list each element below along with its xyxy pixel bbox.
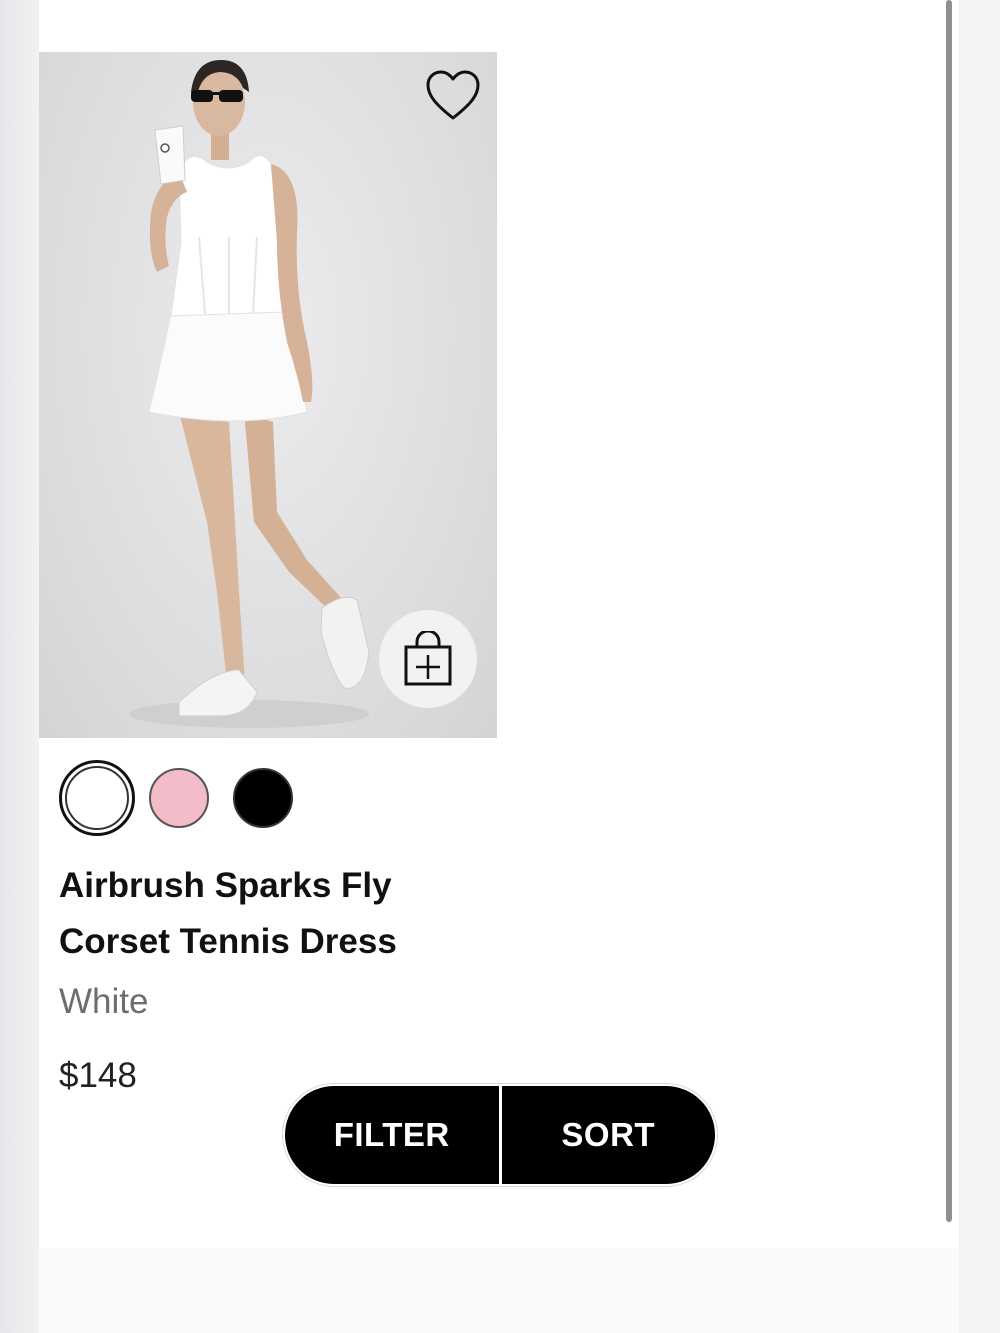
swatch-white-selected[interactable]: [59, 760, 135, 836]
product-name[interactable]: Airbrush Sparks Fly Corset Tennis Dress: [59, 858, 479, 970]
product-color: White: [59, 982, 149, 1021]
heart-icon: [426, 70, 480, 120]
product-image[interactable]: [39, 52, 497, 738]
color-swatches: [59, 760, 317, 836]
bottom-strip: [39, 1248, 959, 1333]
swatch-white[interactable]: [65, 766, 129, 830]
scrollbar[interactable]: [946, 0, 952, 1222]
product-price: $148: [59, 1056, 137, 1095]
product-name-line2[interactable]: Corset Tennis Dress: [59, 914, 479, 970]
swatch-black[interactable]: [233, 768, 293, 828]
sort-button[interactable]: SORT: [502, 1086, 716, 1184]
quick-add-to-bag-button[interactable]: [379, 610, 477, 708]
filter-button[interactable]: FILTER: [285, 1086, 499, 1184]
swatch-pink[interactable]: [149, 768, 209, 828]
shopping-bag-plus-icon: [404, 631, 452, 686]
product-name-line1[interactable]: Airbrush Sparks Fly: [59, 858, 479, 914]
wishlist-button[interactable]: [424, 68, 482, 124]
right-gutter: [959, 0, 1000, 1333]
left-gutter: [0, 0, 39, 1333]
filter-sort-bar: FILTER SORT: [285, 1086, 715, 1184]
